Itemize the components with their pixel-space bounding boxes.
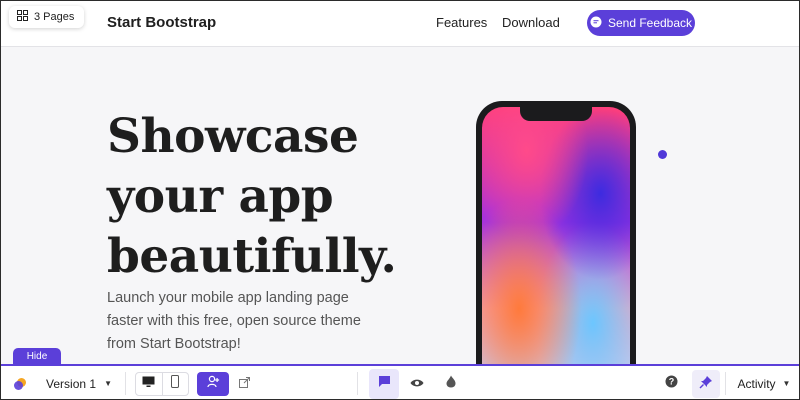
eye-icon (410, 375, 424, 393)
activity-label: Activity (737, 376, 776, 391)
bottom-toolbar: Version 1 ▼ ? Activity ▼ (1, 364, 799, 399)
phone-mockup-image (476, 101, 636, 399)
svg-text:?: ? (668, 376, 674, 386)
grid-icon (17, 10, 28, 24)
open-external-button[interactable] (233, 366, 255, 399)
heatmap-button[interactable] (441, 366, 461, 399)
desktop-icon (142, 375, 155, 393)
app-logo-icon[interactable] (9, 366, 31, 399)
mobile-view-button[interactable] (161, 373, 189, 395)
phone-screen (482, 107, 630, 395)
toolbar-divider (725, 372, 726, 395)
chat-bubble-icon (590, 16, 602, 31)
hide-toolbar-button[interactable]: Hide (13, 348, 61, 364)
send-feedback-button[interactable]: Send Feedback (587, 10, 695, 36)
user-add-icon (206, 375, 220, 393)
toolbar-divider (125, 372, 126, 395)
decorative-dot (658, 150, 667, 159)
version-label: Version 1 (46, 376, 97, 391)
brand-title[interactable]: Start Bootstrap (107, 14, 216, 31)
external-link-icon (238, 375, 250, 393)
pages-pill[interactable]: 3 Pages (9, 6, 85, 28)
help-button[interactable]: ? (661, 366, 681, 399)
comment-icon (378, 375, 391, 393)
device-toggle-group (135, 372, 189, 396)
phone-notch (520, 107, 592, 121)
mobile-icon (171, 375, 180, 393)
question-mark-icon: ? (665, 375, 678, 393)
preview-mode-button[interactable] (405, 366, 429, 399)
comment-mode-button[interactable] (369, 369, 399, 399)
hero-subtitle: Launch your mobile app landing page fast… (107, 290, 361, 352)
toolbar-divider (357, 372, 358, 395)
desktop-view-button[interactable] (136, 373, 162, 395)
pin-button[interactable] (692, 370, 720, 398)
nav-link-features[interactable]: Features (436, 15, 487, 30)
add-comment-pin-button[interactable] (197, 372, 229, 396)
chevron-down-icon: ▼ (782, 379, 791, 388)
fire-icon (446, 375, 456, 393)
send-feedback-label: Send Feedback (607, 16, 693, 30)
hero-title: Showcase your app beautifully. (107, 109, 397, 284)
nav-link-download[interactable]: Download (502, 15, 560, 30)
activity-dropdown[interactable]: Activity ▼ (731, 366, 797, 399)
version-select[interactable]: Version 1 ▼ (39, 366, 119, 399)
chevron-down-icon: ▼ (104, 379, 112, 388)
pages-pill-label: 3 Pages (34, 11, 75, 23)
page-frame: 3 Pages Start Bootstrap Features Downloa… (0, 0, 800, 400)
navbar: 3 Pages Start Bootstrap Features Downloa… (1, 1, 799, 47)
pushpin-icon (699, 375, 713, 394)
